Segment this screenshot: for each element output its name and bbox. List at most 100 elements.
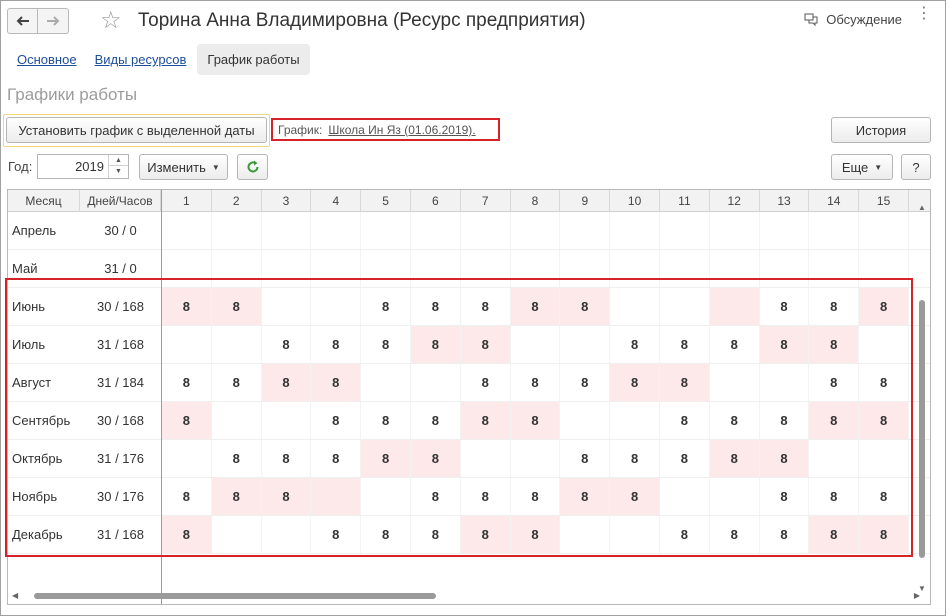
table-row[interactable]: Октябрь 31 / 176 8 8 8 8 8 8 8 8 8 8 xyxy=(8,440,930,478)
day-cell[interactable]: 8 xyxy=(311,402,362,440)
day-cell[interactable] xyxy=(859,212,909,250)
help-button[interactable]: ? xyxy=(901,154,931,180)
day-cell[interactable] xyxy=(511,250,561,288)
day-cell[interactable]: 8 xyxy=(809,516,860,554)
day-cell[interactable]: 8 xyxy=(859,364,909,402)
column-header-day[interactable]: 13 xyxy=(760,190,810,212)
column-header-day[interactable]: 14 xyxy=(809,190,860,212)
month-cell[interactable]: Апрель xyxy=(8,212,80,250)
favorite-star-icon[interactable]: ☆ xyxy=(100,6,122,35)
month-cell[interactable]: Октябрь xyxy=(8,440,80,478)
day-cell[interactable]: 8 xyxy=(610,326,660,364)
day-cell[interactable] xyxy=(162,250,212,288)
month-cell[interactable]: Август xyxy=(8,364,80,402)
day-cell[interactable] xyxy=(511,326,561,364)
table-row[interactable]: Июнь 30 / 168 8 8 8 8 8 8 8 8 8 8 xyxy=(8,288,930,326)
day-cell[interactable]: 8 xyxy=(411,440,461,478)
day-cell[interactable]: 8 xyxy=(212,440,262,478)
scroll-left-icon[interactable]: ◀ xyxy=(12,591,18,600)
day-cell[interactable]: 8 xyxy=(660,516,710,554)
day-cell[interactable]: 8 xyxy=(162,364,212,402)
day-cell[interactable]: 8 xyxy=(660,326,710,364)
day-cell[interactable]: 8 xyxy=(411,288,461,326)
more-vertical-icon[interactable]: ⋮ xyxy=(916,6,932,22)
month-cell[interactable]: Сентябрь xyxy=(8,402,80,440)
vertical-scrollbar[interactable]: ▲ ▼ xyxy=(918,203,926,593)
day-cell[interactable] xyxy=(262,288,312,326)
change-dropdown-button[interactable]: Изменить ▼ xyxy=(139,154,228,180)
day-cell[interactable] xyxy=(610,288,660,326)
day-cell[interactable] xyxy=(262,250,312,288)
month-cell[interactable]: Июнь xyxy=(8,288,80,326)
day-cell[interactable] xyxy=(461,250,511,288)
day-cell[interactable] xyxy=(560,402,611,440)
month-cell[interactable]: Декабрь xyxy=(8,516,80,554)
day-cell[interactable] xyxy=(859,250,909,288)
day-cell[interactable]: 8 xyxy=(361,326,411,364)
forward-button[interactable] xyxy=(38,8,69,34)
day-cell[interactable]: 8 xyxy=(361,516,411,554)
day-cell[interactable] xyxy=(760,250,810,288)
day-cell[interactable]: 8 xyxy=(809,364,860,402)
days-hours-cell[interactable]: 30 / 168 xyxy=(80,402,161,440)
tab-resource-types[interactable]: Виды ресурсов xyxy=(86,45,196,74)
schedule-link[interactable]: Школа Ин Яз (01.06.2019). xyxy=(328,123,475,137)
days-hours-cell[interactable]: 31 / 0 xyxy=(80,250,161,288)
day-cell[interactable]: 8 xyxy=(361,288,411,326)
column-header-day[interactable]: 12 xyxy=(710,190,760,212)
set-schedule-button[interactable]: Установить график с выделенной даты xyxy=(6,117,267,143)
day-cell[interactable]: 8 xyxy=(560,288,611,326)
table-row[interactable]: Сентябрь 30 / 168 8 8 8 8 8 8 8 8 8 8 8 xyxy=(8,402,930,440)
day-cell[interactable]: 8 xyxy=(760,288,810,326)
column-header-day[interactable]: 9 xyxy=(560,190,611,212)
day-cell[interactable]: 8 xyxy=(759,440,810,478)
day-cell[interactable]: 8 xyxy=(809,326,860,364)
day-cell[interactable] xyxy=(162,440,212,478)
day-cell[interactable]: 8 xyxy=(759,326,810,364)
day-cell[interactable]: 8 xyxy=(262,326,312,364)
day-cell[interactable]: 8 xyxy=(511,364,561,402)
day-cell[interactable] xyxy=(760,212,810,250)
day-cell[interactable]: 8 xyxy=(311,364,362,402)
tab-work-schedule[interactable]: График работы xyxy=(197,44,310,75)
day-cell[interactable]: 8 xyxy=(809,478,860,516)
day-cell[interactable] xyxy=(311,478,362,516)
day-cell[interactable] xyxy=(361,478,411,516)
day-cell[interactable] xyxy=(212,326,262,364)
day-cell[interactable]: 8 xyxy=(660,364,710,402)
day-cell[interactable]: 8 xyxy=(311,440,362,478)
day-cell[interactable]: 8 xyxy=(361,402,411,440)
days-hours-cell[interactable]: 30 / 168 xyxy=(80,288,161,326)
month-cell[interactable]: Ноябрь xyxy=(8,478,80,516)
day-cell[interactable] xyxy=(610,402,660,440)
refresh-button[interactable] xyxy=(237,154,268,180)
day-cell[interactable] xyxy=(710,478,760,516)
day-cell[interactable] xyxy=(461,440,511,478)
day-cell[interactable]: 8 xyxy=(211,288,262,326)
day-cell[interactable]: 8 xyxy=(510,288,561,326)
day-cell[interactable]: 8 xyxy=(760,402,810,440)
day-cell[interactable] xyxy=(660,478,710,516)
day-cell[interactable]: 8 xyxy=(361,440,411,478)
day-cell[interactable] xyxy=(262,212,312,250)
day-cell[interactable]: 8 xyxy=(710,516,760,554)
day-cell[interactable]: 8 xyxy=(610,364,660,402)
more-dropdown-button[interactable]: Еще ▼ xyxy=(831,154,893,180)
table-row[interactable]: Апрель 30 / 0 xyxy=(8,212,930,250)
day-cell[interactable]: 8 xyxy=(709,440,760,478)
day-cell[interactable] xyxy=(859,440,909,478)
day-cell[interactable] xyxy=(411,364,461,402)
day-cell[interactable] xyxy=(212,402,262,440)
day-cell[interactable]: 8 xyxy=(411,478,461,516)
day-cell[interactable] xyxy=(660,288,710,326)
day-cell[interactable]: 8 xyxy=(660,402,710,440)
day-cell[interactable] xyxy=(212,212,262,250)
day-cell[interactable]: 8 xyxy=(760,478,810,516)
day-cell[interactable] xyxy=(262,402,312,440)
day-cell[interactable]: 8 xyxy=(460,326,511,364)
day-cell[interactable] xyxy=(610,516,660,554)
column-header-month[interactable]: Месяц xyxy=(8,190,80,212)
day-cell[interactable]: 8 xyxy=(859,402,909,440)
column-header-day[interactable]: 7 xyxy=(461,190,511,212)
day-cell[interactable]: 8 xyxy=(261,364,312,402)
